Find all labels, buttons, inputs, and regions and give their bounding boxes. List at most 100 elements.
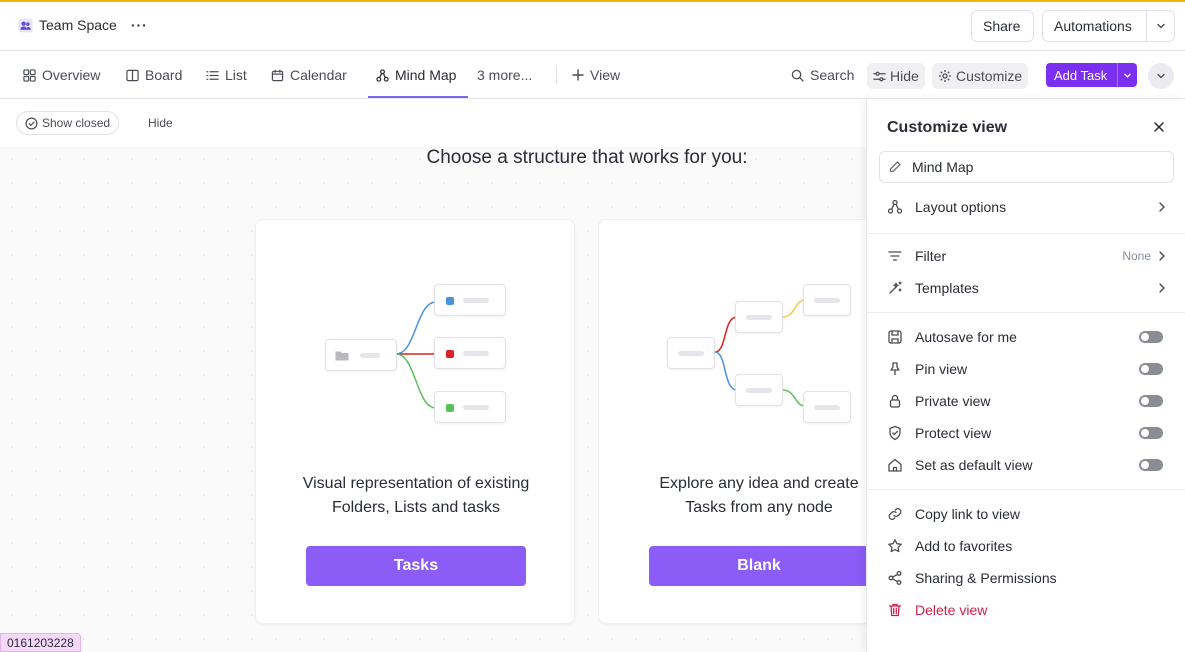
shield-icon: [887, 425, 903, 441]
search-icon: [791, 69, 804, 82]
private-view-toggle[interactable]: [1139, 395, 1163, 407]
tab-overview[interactable]: Overview: [23, 51, 100, 99]
workspace-more-button[interactable]: ···: [131, 17, 148, 33]
sharing-permissions-label: Sharing & Permissions: [915, 570, 1057, 586]
collapse-header-button[interactable]: [1148, 63, 1174, 89]
copy-link-label: Copy link to view: [915, 506, 1021, 522]
templates-item[interactable]: Templates: [887, 274, 1167, 302]
branch-node: [735, 374, 783, 406]
blank-mind-map-illustration: [599, 220, 866, 460]
view-name-field[interactable]: Mind Map: [879, 151, 1174, 183]
tab-list[interactable]: List: [206, 51, 247, 99]
tasks-card-description: Visual representation of existing Folder…: [256, 472, 576, 520]
workspace-switcher[interactable]: Team Space ···: [18, 17, 148, 33]
panel-divider: [867, 233, 1185, 234]
gear-icon: [938, 69, 952, 83]
autosave-item[interactable]: Autosave for me: [887, 323, 1167, 351]
chevron-right-icon: [1157, 201, 1167, 213]
protect-view-toggle[interactable]: [1139, 427, 1163, 439]
pin-view-item[interactable]: Pin view: [887, 355, 1167, 383]
chevron-down-icon[interactable]: [1146, 11, 1174, 41]
hide-label: Hide: [890, 68, 919, 84]
blank-button[interactable]: Blank: [649, 546, 866, 586]
magic-wand-icon: [887, 280, 903, 296]
filter-item[interactable]: Filter None: [887, 242, 1167, 270]
automations-label: Automations: [1054, 18, 1132, 34]
branch-node: [803, 391, 851, 423]
top-bar: Team Space ··· Share Automations: [0, 0, 1185, 51]
blank-card-description: Explore any idea and create Tasks from a…: [599, 472, 866, 520]
automations-button[interactable]: Automations: [1042, 10, 1175, 42]
home-icon: [887, 457, 903, 473]
trash-icon: [887, 602, 903, 618]
calendar-icon: [271, 69, 284, 82]
sharing-permissions-item[interactable]: Sharing & Permissions: [887, 564, 1167, 592]
default-view-toggle[interactable]: [1139, 459, 1163, 471]
tasks-desc-line-2: Folders, Lists and tasks: [331, 499, 501, 516]
link-icon: [887, 506, 903, 522]
panel-title: Customize view: [887, 119, 1008, 136]
tab-calendar[interactable]: Calendar: [271, 51, 347, 99]
pencil-icon: [888, 160, 902, 174]
hide-button[interactable]: Hide: [867, 63, 925, 89]
chevron-right-icon: [1157, 282, 1167, 294]
chevron-down-icon[interactable]: [1117, 63, 1137, 87]
tab-calendar-label: Calendar: [290, 67, 347, 83]
branch-node: [434, 284, 506, 316]
delete-view-item[interactable]: Delete view: [887, 596, 1167, 624]
copy-link-item[interactable]: Copy link to view: [887, 500, 1167, 528]
branch-node: [735, 301, 783, 333]
tab-more[interactable]: 3 more...: [477, 51, 532, 99]
protect-view-item[interactable]: Protect view: [887, 419, 1167, 447]
plus-icon: [572, 69, 584, 81]
autosave-toggle[interactable]: [1139, 331, 1163, 343]
blank-structure-card: Explore any idea and create Tasks from a…: [598, 219, 866, 624]
add-favorites-item[interactable]: Add to favorites: [887, 532, 1167, 560]
add-view-button[interactable]: View: [572, 51, 620, 99]
tab-mind-map-label: Mind Map: [395, 67, 457, 83]
root-node: [667, 337, 715, 369]
share-icon: [887, 570, 903, 586]
layout-options-item[interactable]: Layout options: [887, 193, 1167, 221]
search-button[interactable]: Search: [791, 51, 854, 99]
view-tab-bar: Overview Board List Calendar Mind Map 3 …: [0, 51, 1185, 99]
panel-divider: [867, 312, 1185, 313]
close-icon[interactable]: [1151, 119, 1167, 135]
blank-desc-line-2: Tasks from any node: [685, 499, 833, 516]
filter-value: None: [1122, 249, 1151, 263]
board-icon: [126, 69, 139, 82]
hide-closed-link[interactable]: Hide: [148, 116, 173, 130]
autosave-label: Autosave for me: [915, 329, 1017, 345]
private-view-item[interactable]: Private view: [887, 387, 1167, 415]
grid-icon: [23, 68, 36, 82]
private-view-label: Private view: [915, 393, 991, 409]
tasks-mind-map-illustration: [256, 220, 576, 460]
add-task-label: Add Task: [1054, 67, 1108, 83]
show-closed-button[interactable]: Show closed: [16, 111, 120, 135]
add-task-button[interactable]: Add Task: [1046, 63, 1137, 87]
list-icon: [206, 69, 219, 82]
panel-divider: [867, 489, 1185, 490]
branch-node: [434, 337, 506, 369]
default-view-label: Set as default view: [915, 457, 1033, 473]
customize-button[interactable]: Customize: [932, 63, 1029, 89]
filter-label: Filter: [915, 248, 947, 264]
view-name-value: Mind Map: [912, 159, 974, 175]
team-icon: [18, 17, 33, 33]
default-view-item[interactable]: Set as default view: [887, 451, 1167, 479]
chevron-down-icon: [1156, 71, 1166, 81]
tasks-button[interactable]: Tasks: [306, 546, 526, 586]
mind-map-canvas: Choose a structure that works for you: V…: [0, 147, 866, 652]
layout-options-label: Layout options: [915, 199, 1007, 215]
tab-mind-map[interactable]: Mind Map: [376, 51, 456, 99]
customize-view-panel: Customize view Mind Map Layout options F…: [866, 99, 1185, 652]
pin-view-toggle[interactable]: [1139, 363, 1163, 375]
tab-list-label: List: [225, 67, 247, 83]
tab-board[interactable]: Board: [126, 51, 182, 99]
tab-more-label: 3 more...: [477, 67, 533, 83]
pin-view-label: Pin view: [915, 361, 968, 377]
share-button[interactable]: Share: [971, 10, 1034, 42]
templates-label: Templates: [915, 280, 979, 296]
delete-view-label: Delete view: [915, 602, 988, 618]
mind-map-icon: [887, 199, 903, 215]
